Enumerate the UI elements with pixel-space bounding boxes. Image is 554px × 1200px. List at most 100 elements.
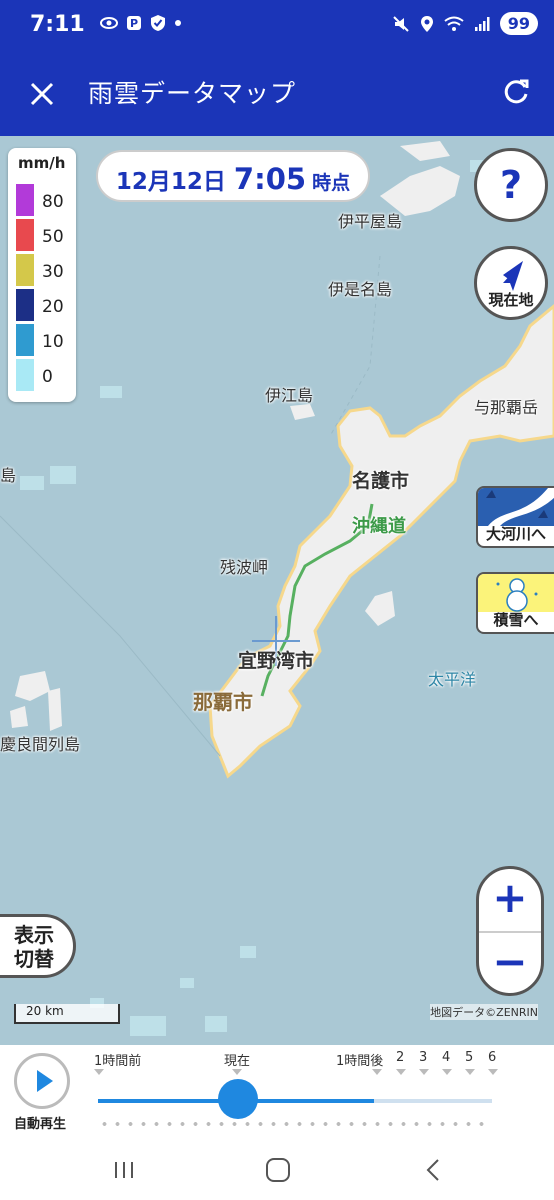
place-kerama: 慶良間列島 bbox=[0, 735, 81, 754]
refresh-button[interactable] bbox=[496, 72, 536, 112]
timeline-ticks bbox=[98, 1121, 492, 1127]
place-yonaha: 与那覇岳 bbox=[474, 398, 539, 417]
legend-row: 20 bbox=[16, 289, 72, 321]
close-button[interactable] bbox=[22, 74, 62, 114]
legend-row: 0 bbox=[16, 359, 72, 391]
timeline-label-3h: 3 bbox=[419, 1050, 428, 1065]
observation-time: 12月12日 7:05 時点 bbox=[96, 150, 370, 202]
rain-radar-map[interactable]: 伊平屋島 伊是名島 伊江島 与那覇岳 島 名護市 沖縄道 残波岬 宜野湾市 那覇… bbox=[0, 136, 554, 1045]
legend-value: 20 bbox=[42, 297, 64, 317]
legend-swatch bbox=[16, 289, 34, 321]
recent-apps-button[interactable] bbox=[104, 1150, 144, 1190]
timeline-slider-thumb[interactable] bbox=[218, 1079, 258, 1119]
legend-swatch bbox=[16, 324, 34, 356]
snow-button[interactable]: 積雪へ bbox=[476, 572, 554, 634]
legend-row: 30 bbox=[16, 254, 72, 286]
legend-swatch bbox=[16, 184, 34, 216]
timeline-marker bbox=[396, 1069, 406, 1075]
zoom-control: + − bbox=[476, 866, 544, 996]
place-zanpa: 残波岬 bbox=[220, 558, 269, 577]
back-button[interactable] bbox=[414, 1150, 454, 1190]
legend-swatch bbox=[16, 359, 34, 391]
timeline-marker bbox=[372, 1069, 382, 1075]
home-button[interactable] bbox=[258, 1150, 298, 1190]
timeline-label-now: 現在 bbox=[224, 1054, 251, 1069]
display-toggle-line1: 表示 bbox=[14, 923, 54, 947]
help-button[interactable]: ? bbox=[474, 148, 548, 222]
timeline-label-1h-after: 1時間後 bbox=[336, 1054, 384, 1069]
legend-row: 50 bbox=[16, 219, 72, 251]
eye-icon bbox=[100, 17, 118, 29]
legend-value: 0 bbox=[42, 367, 53, 387]
timeline-marker bbox=[232, 1069, 242, 1075]
timeline-marker bbox=[94, 1069, 104, 1075]
legend-swatch bbox=[16, 254, 34, 286]
dot-icon bbox=[175, 20, 181, 26]
zoom-in-button[interactable]: + bbox=[479, 869, 541, 931]
svg-text:P: P bbox=[130, 17, 138, 30]
location-pin-icon bbox=[420, 15, 433, 32]
legend-row: 10 bbox=[16, 324, 72, 356]
place-pacific: 太平洋 bbox=[428, 670, 477, 689]
timeline-marker bbox=[419, 1069, 429, 1075]
wifi-icon bbox=[444, 16, 464, 31]
legend-unit: mm/h bbox=[18, 154, 66, 172]
timeline-marker bbox=[442, 1069, 452, 1075]
app-root: 7:11 P 99 雨雲データマップ 伊平屋島 伊是名島 伊江島 与那覇岳 島 … bbox=[0, 0, 554, 1200]
place-naha: 那覇市 bbox=[193, 690, 253, 714]
timeline-label-6h: 6 bbox=[488, 1050, 497, 1065]
display-toggle-button[interactable]: 表示 切替 bbox=[0, 914, 76, 978]
river-button[interactable]: 大河川へ bbox=[476, 486, 554, 548]
river-icon bbox=[478, 488, 554, 526]
system-icons: 99 bbox=[392, 12, 538, 35]
help-icon: ? bbox=[499, 163, 523, 207]
place-izena: 伊是名島 bbox=[328, 280, 393, 299]
timeline-label-4h: 4 bbox=[442, 1050, 451, 1065]
observation-suffix: 時点 bbox=[312, 172, 351, 194]
recent-apps-icon bbox=[115, 1162, 133, 1178]
map-base bbox=[0, 141, 554, 1036]
page-title: 雨雲データマップ bbox=[88, 79, 297, 108]
autoplay-label: 自動再生 bbox=[14, 1117, 67, 1132]
observation-clock: 7:05 bbox=[233, 162, 307, 196]
place-nago: 名護市 bbox=[352, 470, 410, 492]
river-label: 大河川へ bbox=[485, 525, 546, 543]
rain-legend: mm/h 80 50 30 20 10 0 bbox=[8, 148, 76, 402]
place-iheya: 伊平屋島 bbox=[338, 212, 403, 231]
timeline-label-5h: 5 bbox=[465, 1050, 474, 1065]
refresh-icon bbox=[504, 79, 529, 104]
close-icon bbox=[30, 82, 54, 106]
timeline-label-2h: 2 bbox=[396, 1050, 405, 1065]
map-attribution: 地図データ©ZENRIN bbox=[430, 1004, 538, 1020]
legend-value: 80 bbox=[42, 192, 64, 212]
status-time: 7:11 bbox=[30, 12, 85, 37]
system-nav-bar bbox=[0, 1140, 554, 1200]
map-scale: 20 km bbox=[14, 1004, 120, 1024]
current-location-button[interactable]: 現在地 bbox=[474, 246, 548, 320]
timeline-track[interactable] bbox=[98, 1099, 492, 1103]
snowman-icon bbox=[478, 574, 554, 612]
place-shima-left: 島 bbox=[0, 466, 17, 485]
signal-icon bbox=[474, 16, 490, 31]
legend-value: 30 bbox=[42, 262, 64, 282]
notification-icons: P bbox=[100, 14, 182, 32]
zoom-out-button[interactable]: − bbox=[479, 931, 541, 993]
legend-value: 10 bbox=[42, 332, 64, 352]
timeline-label-1h-before: 1時間前 bbox=[94, 1054, 142, 1069]
home-icon bbox=[266, 1158, 290, 1182]
app-notification-icon: P bbox=[127, 16, 141, 30]
timeline-marker bbox=[488, 1069, 498, 1075]
place-okinawa-expressway: 沖縄道 bbox=[352, 516, 406, 537]
legend-value: 50 bbox=[42, 227, 64, 247]
back-icon bbox=[426, 1159, 439, 1181]
play-icon bbox=[37, 1070, 53, 1092]
place-ie: 伊江島 bbox=[265, 386, 314, 405]
legend-swatch bbox=[16, 219, 34, 251]
legend-row: 80 bbox=[16, 184, 72, 216]
play-button[interactable] bbox=[14, 1053, 70, 1109]
timeline-panel: 自動再生 1時間前 現在 1時間後 2 3 4 5 6 bbox=[0, 1045, 554, 1140]
app-bar: 雨雲データマップ bbox=[0, 52, 554, 136]
place-ginowan: 宜野湾市 bbox=[238, 650, 315, 672]
status-bar: 7:11 P 99 bbox=[0, 0, 554, 52]
snow-label: 積雪へ bbox=[493, 611, 539, 629]
